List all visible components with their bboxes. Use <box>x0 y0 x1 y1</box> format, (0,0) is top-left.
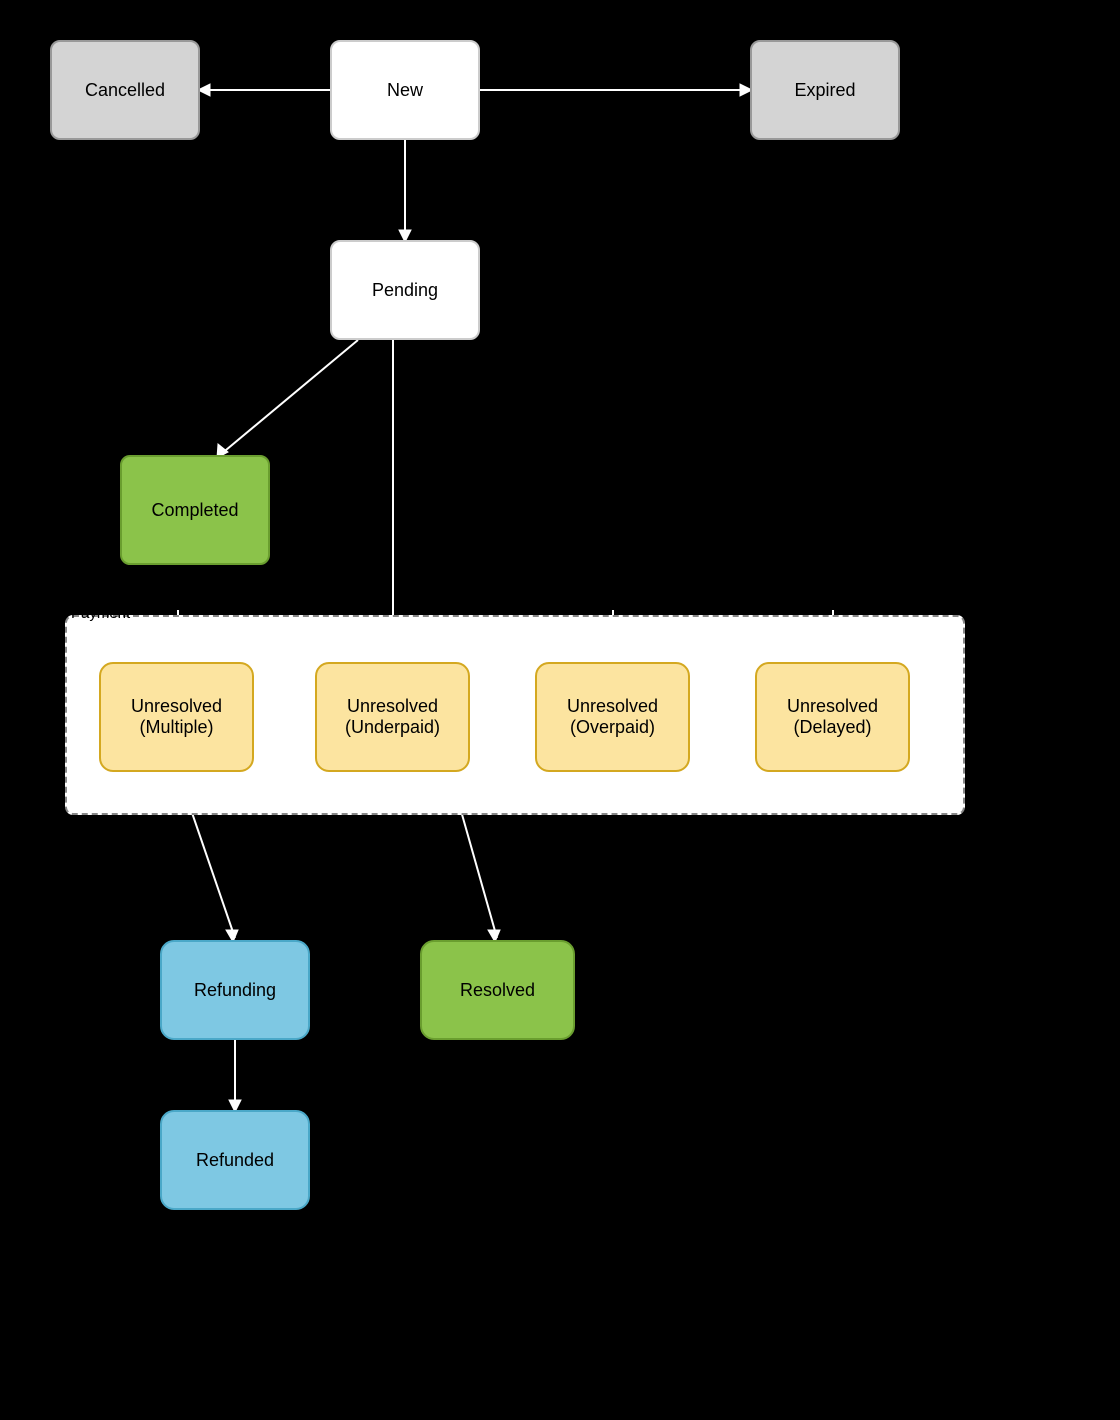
cancelled-label: Cancelled <box>85 80 165 101</box>
refunded-label: Refunded <box>196 1150 274 1171</box>
new-node: New <box>330 40 480 140</box>
completed-node: Completed <box>120 455 270 565</box>
unresolved-overpaid-label: Unresolved(Overpaid) <box>567 696 658 738</box>
unresolved-payment-label: UnresolvedPayment <box>71 587 191 623</box>
refunding-node: Refunding <box>160 940 310 1040</box>
unresolved-overpaid-node: Unresolved(Overpaid) <box>535 662 690 772</box>
refunded-node: Refunded <box>160 1110 310 1210</box>
unresolved-multiple-label: Unresolved(Multiple) <box>131 696 222 738</box>
expired-label: Expired <box>794 80 855 101</box>
unresolved-underpaid-label: Unresolved(Underpaid) <box>345 696 440 738</box>
pending-label: Pending <box>372 280 438 301</box>
diagram-area: Cancelled New Expired Pending Completed … <box>0 0 1120 1420</box>
completed-label: Completed <box>151 500 238 521</box>
resolved-label: Resolved <box>460 980 535 1001</box>
unresolved-delayed-label: Unresolved(Delayed) <box>787 696 878 738</box>
unresolved-multiple-node: Unresolved(Multiple) <box>99 662 254 772</box>
unresolved-payment-container: UnresolvedPayment Unresolved(Multiple) U… <box>65 615 965 815</box>
unresolved-underpaid-node: Unresolved(Underpaid) <box>315 662 470 772</box>
new-label: New <box>387 80 423 101</box>
expired-node: Expired <box>750 40 900 140</box>
cancelled-node: Cancelled <box>50 40 200 140</box>
pending-node: Pending <box>330 240 480 340</box>
refunding-label: Refunding <box>194 980 276 1001</box>
unresolved-delayed-node: Unresolved(Delayed) <box>755 662 910 772</box>
resolved-node: Resolved <box>420 940 575 1040</box>
